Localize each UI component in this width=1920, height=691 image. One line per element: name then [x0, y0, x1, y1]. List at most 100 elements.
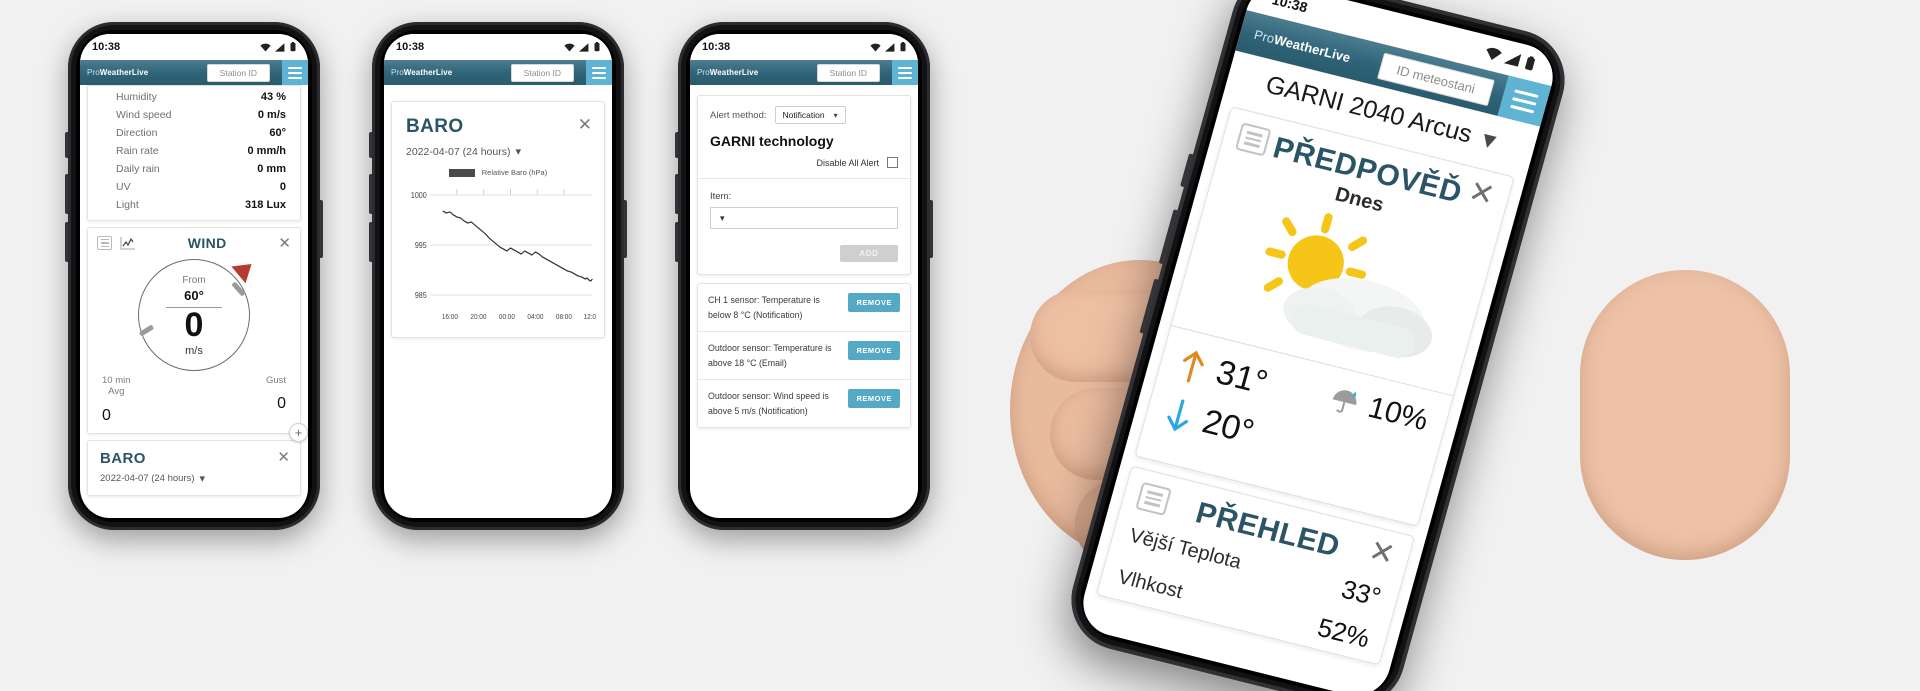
mute-switch[interactable]: [369, 132, 372, 158]
phone-1-dashboard: 10:38 ProWeatherLive Station ID Humidity…: [65, 22, 323, 530]
wind-avg-label-2: Avg: [108, 386, 125, 398]
screenshot-root: 10:38 ProWeatherLive Station ID Humidity…: [0, 0, 1920, 691]
alert-list-card: CH 1 sensor: Temperature is below 8 °C (…: [697, 283, 911, 428]
app-logo[interactable]: ProWeatherLive: [697, 68, 758, 77]
wifi-icon: [564, 43, 575, 51]
baro-line-chart: 1000 995 985 16:00 20:00 00:00 04:00 08:…: [400, 183, 596, 333]
measurement-label: Humidity: [116, 91, 157, 103]
measurement-label: Daily rain: [116, 163, 160, 175]
alert-method-label: Alert method:: [710, 109, 767, 121]
measurement-label: Light: [116, 199, 139, 211]
status-clock: 10:38: [396, 41, 425, 53]
wind-speed-unit: m/s: [185, 345, 203, 357]
wind-card-title: WIND: [187, 235, 227, 251]
close-icon[interactable]: ✕: [277, 450, 290, 465]
baro-title-block: BARO 2022-04-07 (24 hours) ▾: [406, 116, 578, 158]
svg-text:08:00: 08:00: [556, 314, 572, 321]
svg-text:12:0: 12:0: [584, 314, 596, 321]
measurement-row: Humidity 43 %: [88, 88, 300, 106]
umbrella-icon: [1332, 390, 1357, 413]
signal-icon: [579, 42, 589, 52]
phone-screen: 10:38 ProWeatherLive Station ID BARO 202…: [384, 34, 612, 518]
chart-view-icon[interactable]: [120, 236, 136, 250]
app-logo[interactable]: ProWeatherLive: [87, 68, 148, 77]
disable-all-alert-row[interactable]: Disable All Alert: [698, 149, 910, 179]
wind-avg-value: 0: [102, 406, 111, 424]
alert-settings-card: Alert method: Notification ▾ GARNI techn…: [697, 95, 911, 275]
disable-all-alert-checkbox[interactable]: [887, 157, 898, 168]
phone-screen: 10:38 ProWeatherLive Station ID Alert me…: [690, 34, 918, 518]
volume-down-button[interactable]: [369, 222, 372, 262]
status-icons: [564, 42, 600, 52]
temperature-block: 31° 20°: [1158, 344, 1335, 480]
hamburger-menu-icon[interactable]: [586, 60, 612, 85]
svg-text:20:00: 20:00: [470, 314, 486, 321]
volume-down-button[interactable]: [675, 222, 678, 262]
svg-text:00:00: 00:00: [499, 314, 515, 321]
mute-switch[interactable]: [675, 132, 678, 158]
add-alert-button[interactable]: ADD: [840, 245, 898, 262]
add-widget-button[interactable]: +: [289, 422, 308, 442]
wind-gust-label: Gust: [265, 375, 286, 386]
volume-up-button[interactable]: [65, 174, 68, 214]
wind-gust-block: Gust 0: [266, 375, 286, 425]
station-name: GARNI technology: [710, 133, 834, 149]
remove-alert-button[interactable]: REMOVE: [848, 341, 900, 360]
svg-text:995: 995: [415, 241, 427, 251]
close-icon[interactable]: ✕: [1365, 534, 1398, 572]
power-button[interactable]: [930, 200, 933, 258]
measurement-value: 318 Lux: [245, 199, 286, 211]
wind-speed-value: 0: [184, 306, 204, 344]
battery-icon: [290, 42, 296, 52]
hamburger-menu-icon[interactable]: [892, 60, 918, 85]
wind-avg-block: 10 min Avg 0: [102, 375, 131, 425]
legend-label: Relative Baro (hPa): [481, 168, 548, 177]
alert-list-item: Outdoor sensor: Wind speed is above 5 m/…: [698, 379, 910, 427]
legend-swatch: [448, 168, 475, 177]
overview-value: 33°: [1338, 573, 1385, 613]
measurement-row: Wind speed 0 m/s: [88, 106, 300, 124]
wind-dial: From 60° 0 m/s: [88, 255, 300, 375]
close-icon[interactable]: ✕: [1465, 175, 1498, 213]
svg-text:985: 985: [415, 291, 427, 301]
power-button[interactable]: [320, 200, 323, 258]
power-button[interactable]: [624, 200, 627, 258]
remove-alert-button[interactable]: REMOVE: [848, 293, 900, 312]
measurement-row: Rain rate 0 mm/h: [88, 142, 300, 160]
list-view-icon[interactable]: [97, 236, 112, 250]
alert-list-item: Outdoor sensor: Temperature is above 18 …: [698, 331, 910, 379]
station-id-input[interactable]: Station ID: [206, 63, 270, 82]
item-select[interactable]: ▾: [710, 207, 898, 229]
measurement-row: Daily rain 0 mm: [88, 160, 300, 178]
wifi-icon: [870, 43, 881, 51]
measurement-label: Direction: [116, 127, 158, 139]
app-logo[interactable]: ProWeatherLive: [391, 68, 452, 77]
phone-2-baro-chart: 10:38 ProWeatherLive Station ID BARO 202…: [369, 22, 627, 530]
status-icons: [1483, 45, 1537, 72]
measurement-value: 0: [279, 181, 286, 193]
chevron-down-icon: ▾: [833, 110, 838, 120]
measurement-label: UV: [116, 181, 131, 193]
wind-from-label: From: [182, 275, 206, 286]
volume-down-button[interactable]: [65, 222, 68, 262]
station-id-input[interactable]: Station ID: [510, 63, 574, 82]
station-id-input[interactable]: Station ID: [816, 63, 880, 82]
hamburger-menu-icon[interactable]: [282, 60, 308, 85]
battery-icon: [900, 42, 906, 52]
baro-chart-card: BARO 2022-04-07 (24 hours) ▾ ✕ Relative …: [391, 101, 605, 338]
mute-switch[interactable]: [65, 132, 68, 158]
alert-method-select[interactable]: Notification ▾: [774, 106, 846, 124]
close-icon[interactable]: ✕: [278, 236, 291, 251]
volume-up-button[interactable]: [675, 174, 678, 214]
close-icon[interactable]: ✕: [578, 116, 592, 133]
baro-date-selector[interactable]: 2022-04-07 (24 hours) ▾: [406, 145, 578, 159]
remove-alert-button[interactable]: REMOVE: [848, 389, 900, 408]
baro-date-selector[interactable]: 2022-04-07 (24 hours) ▾: [100, 472, 277, 485]
status-icons: [870, 42, 906, 52]
volume-up-button[interactable]: [369, 174, 372, 214]
baro-chart-title: BARO: [406, 116, 464, 137]
baro-card: BARO 2022-04-07 (24 hours) ▾ ✕: [87, 439, 301, 496]
status-bar: 10:38: [80, 34, 308, 60]
baro-date-label: 2022-04-07 (24 hours): [100, 472, 195, 484]
item-label: Item:: [710, 191, 732, 202]
